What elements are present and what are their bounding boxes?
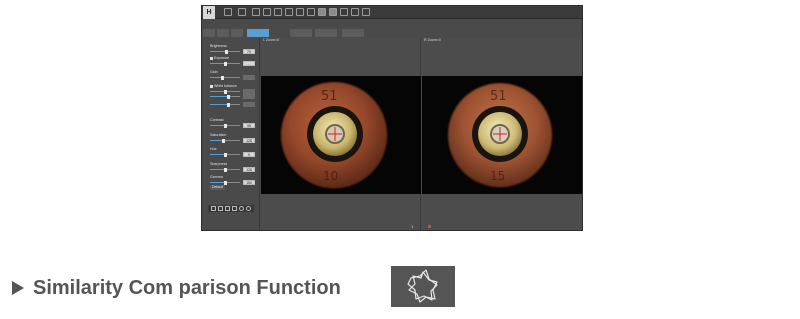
- list-tool-icon[interactable]: [232, 206, 237, 211]
- hand-icon[interactable]: [263, 8, 271, 16]
- svg-text:10: 10: [323, 169, 338, 183]
- control-slider[interactable]: [210, 138, 240, 143]
- control-label: Sharpness: [210, 162, 228, 166]
- grid-tool-icon[interactable]: [211, 206, 216, 211]
- right-view-pane[interactable]: R Zoom=0 51 15: [422, 38, 582, 230]
- star-overlap-icon: [407, 269, 438, 303]
- open-icon[interactable]: [238, 8, 246, 16]
- tab-bar: [202, 29, 582, 38]
- control-value-field[interactable]: 128: [243, 167, 255, 172]
- control-label: White balance: [214, 84, 237, 88]
- control-slider[interactable]: [210, 180, 240, 185]
- slider-knob[interactable]: [222, 138, 225, 143]
- default-button[interactable]: Default: [210, 185, 225, 190]
- right-image-frame: 51 15: [422, 76, 582, 194]
- control-value-field[interactable]: 150: [243, 180, 255, 185]
- tab-compare[interactable]: [247, 29, 269, 37]
- camera-settings-panel: Default Brightness 75 Exposure - Gain White b…: [202, 38, 260, 230]
- tab-annotate[interactable]: [315, 29, 337, 37]
- tab-image[interactable]: [217, 29, 229, 37]
- control-slider[interactable]: [210, 102, 240, 107]
- settings-tool-icon[interactable]: [246, 206, 251, 211]
- tab-camera[interactable]: [203, 29, 215, 37]
- control-slider[interactable]: [210, 61, 240, 66]
- control-label: Brightness: [210, 44, 227, 48]
- control-label: Hue: [210, 147, 217, 151]
- control-slider[interactable]: [210, 123, 240, 128]
- left-zoom-label: L Zoom=0: [263, 38, 280, 42]
- control-value-field[interactable]: [243, 94, 255, 99]
- slider-knob[interactable]: [220, 75, 224, 80]
- bottom-toolbar: [208, 205, 254, 212]
- control-label: Gamma: [210, 175, 223, 179]
- status-marker: [428, 225, 431, 228]
- slider-knob[interactable]: [223, 61, 227, 66]
- control-value-field[interactable]: [243, 102, 255, 107]
- control-label: Contrast: [210, 118, 224, 122]
- magnifier-tool-icon[interactable]: [218, 206, 223, 211]
- page-number: 1: [411, 224, 414, 229]
- svg-text:51: 51: [321, 89, 338, 104]
- camera-icon[interactable]: [340, 8, 348, 16]
- slider-knob[interactable]: [223, 167, 227, 172]
- left-view-pane[interactable]: L Zoom=0 51 10 1: [261, 38, 421, 230]
- control-value-field[interactable]: 0: [243, 152, 255, 157]
- control-value-field[interactable]: 75: [243, 49, 255, 54]
- control-slider[interactable]: [210, 89, 240, 94]
- cursor-icon[interactable]: [252, 8, 260, 16]
- tab-measure[interactable]: [290, 29, 312, 37]
- tab-gallery[interactable]: [342, 29, 364, 37]
- main-toolbar: H: [202, 6, 582, 19]
- flag-icon[interactable]: [318, 8, 326, 16]
- circle-tool-icon[interactable]: [239, 206, 244, 211]
- slider-knob[interactable]: [223, 152, 227, 157]
- control-checkbox[interactable]: [210, 85, 213, 88]
- control-checkbox[interactable]: [210, 57, 213, 60]
- delete-icon[interactable]: [296, 8, 304, 16]
- play-triangle-icon: [12, 281, 24, 295]
- comparison-function-icon[interactable]: [391, 266, 455, 307]
- svg-text:51: 51: [490, 89, 507, 104]
- right-zoom-label: R Zoom=0: [424, 38, 441, 42]
- slider-knob[interactable]: [223, 123, 227, 128]
- control-slider[interactable]: [210, 94, 240, 99]
- left-cartridge-image: 51 10: [280, 81, 388, 189]
- app-logo: H: [203, 6, 215, 19]
- tab-video[interactable]: [231, 29, 243, 37]
- right-cartridge-image: 51 15: [447, 82, 553, 188]
- feature-title: Similarity Com parison Function: [33, 276, 341, 299]
- microscope-app-window: H Default Brightness 75 Exposure - Gain …: [201, 5, 583, 231]
- close-icon[interactable]: [362, 8, 370, 16]
- control-value-field[interactable]: -: [243, 61, 255, 66]
- control-label: Gain: [210, 70, 218, 74]
- svg-text:15: 15: [490, 169, 505, 183]
- slider-knob[interactable]: [225, 49, 228, 54]
- grid-icon[interactable]: [351, 8, 359, 16]
- slider-knob[interactable]: [223, 89, 227, 94]
- undo-icon[interactable]: [274, 8, 282, 16]
- new-icon[interactable]: [224, 8, 232, 16]
- control-value-field[interactable]: 128: [243, 138, 255, 143]
- control-value-field[interactable]: [243, 75, 255, 80]
- control-value-field[interactable]: 95: [243, 123, 255, 128]
- control-slider[interactable]: [210, 152, 240, 157]
- slider-knob[interactable]: [226, 102, 230, 107]
- control-label: Exposure: [214, 56, 230, 60]
- rotate-tool-icon[interactable]: [225, 206, 230, 211]
- control-slider[interactable]: [210, 167, 240, 172]
- control-slider[interactable]: [210, 49, 240, 54]
- left-image-frame: 51 10: [261, 76, 421, 194]
- slider-knob[interactable]: [223, 180, 227, 185]
- slider-knob[interactable]: [226, 94, 230, 99]
- control-label: Saturation: [210, 133, 227, 137]
- control-slider[interactable]: [210, 75, 240, 80]
- feature-caption: Similarity Com parison Function: [12, 277, 341, 299]
- redo-icon[interactable]: [285, 8, 293, 16]
- measure-icon[interactable]: [329, 8, 337, 16]
- compare-icon[interactable]: [307, 8, 315, 16]
